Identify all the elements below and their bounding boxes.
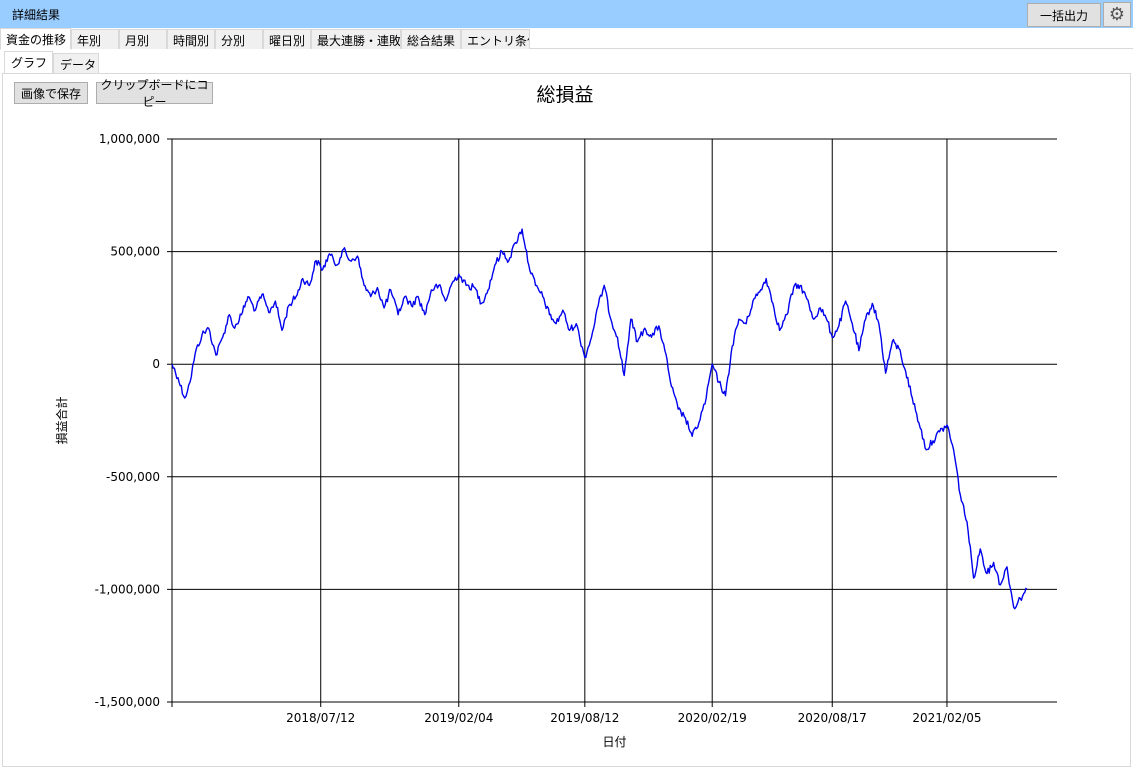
x-axis-title: 日付 [602,735,626,749]
x-tick-label: 2019/08/12 [550,711,619,725]
y-axis-title: 損益合計 [54,396,69,444]
y-tick-label: -500,000 [106,470,160,484]
chart: 1,000,000 500,000 0 -500,000 -1,000,000 -1,50… [54,132,1057,749]
y-tick-label: 0 [152,357,160,371]
y-tick-label: -1,500,000 [95,695,160,709]
x-tick-label: 2020/08/17 [798,711,867,725]
y-tick-label: -1,000,000 [95,582,160,596]
x-tick-label: 2018/07/12 [286,711,355,725]
x-tick-label: 2019/02/04 [424,711,493,725]
x-tick-label: 2021/02/05 [912,711,981,725]
y-tick-label: 500,000 [110,245,160,259]
y-tick-label: 1,000,000 [99,132,160,146]
x-tick-label: 2020/02/19 [678,711,747,725]
series-line [171,228,1028,610]
